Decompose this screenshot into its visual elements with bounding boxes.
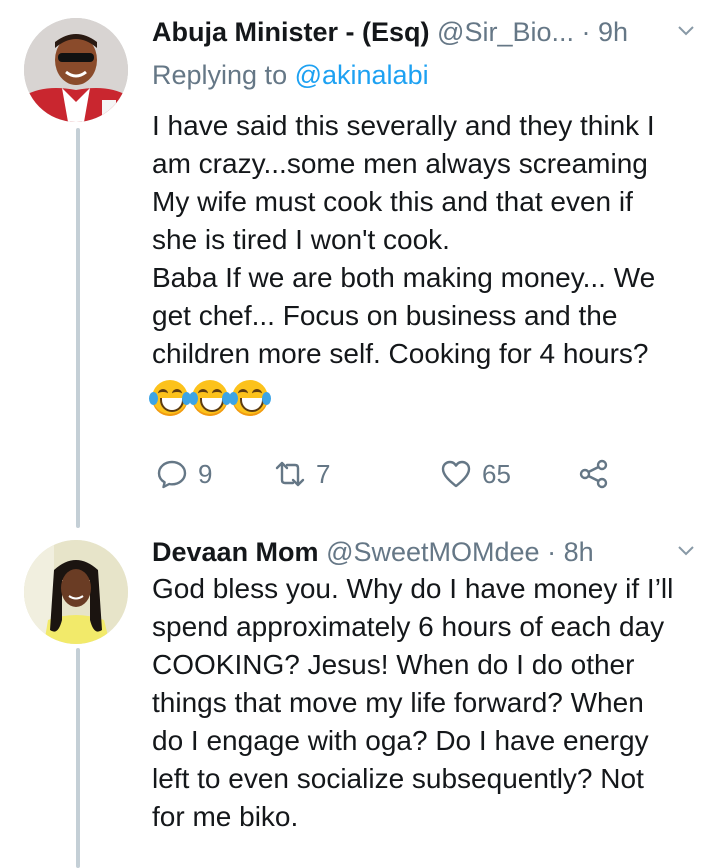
separator-dot: · [581,17,591,47]
timestamp[interactable]: 8h [564,537,594,567]
replying-to: Replying to @akinalabi [152,58,429,92]
share-button[interactable] [578,456,610,492]
user-handle[interactable]: @SweetMOMdee [326,537,539,567]
face-with-tears-of-joy-icon [189,380,231,416]
avatar[interactable] [24,18,128,122]
emoji-row [149,380,271,416]
retweet-button[interactable]: 7 [274,456,330,492]
tweet-header: Abuja Minister - (Esq) @Sir_Bio... · 9h [152,14,700,50]
retweet-count: 7 [316,458,331,489]
share-icon [579,459,608,489]
user-handle[interactable]: @Sir_Bio... [437,17,574,47]
reply-count: 9 [198,458,213,489]
face-with-tears-of-joy-icon [149,380,191,416]
display-name[interactable]: Devaan Mom [152,537,319,567]
chevron-down-icon[interactable] [678,546,694,556]
heart-icon [441,460,471,488]
separator-dot: · [547,537,557,567]
retweet-icon [275,461,305,487]
tweet-item[interactable]: Abuja Minister - (Esq) @Sir_Bio... · 9h … [0,0,720,530]
like-count: 65 [482,458,511,489]
replying-prefix: Replying to [152,60,295,90]
face-with-tears-of-joy-icon [229,380,271,416]
tweet-actions: 9 7 65 [152,456,652,492]
tweet-header: Devaan Mom @SweetMOMdee · 8h [152,534,700,570]
chevron-down-icon[interactable] [678,26,694,36]
tweet-text: I have said this severally and they thin… [152,110,656,369]
mention-link[interactable]: @akinalabi [295,60,429,90]
tweet-text: God bless you. Why do I have money if I’… [152,573,674,832]
timestamp[interactable]: 9h [598,17,628,47]
tweet-item[interactable]: Devaan Mom @SweetMOMdee · 8h God bless y… [0,530,720,861]
reply-icon [157,460,187,489]
display-name[interactable]: Abuja Minister - (Esq) [152,17,430,47]
reply-button[interactable]: 9 [156,456,212,492]
like-button[interactable]: 65 [440,456,511,492]
avatar[interactable] [24,540,128,644]
